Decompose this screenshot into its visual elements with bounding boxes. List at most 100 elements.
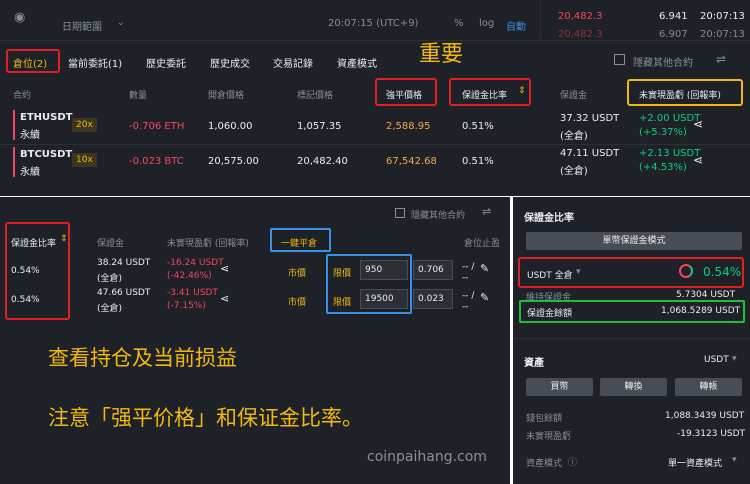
col-liq[interactable]: 強平價格 <box>386 88 422 101</box>
row-margin: 47.11 USDT <box>560 148 620 159</box>
share-icon[interactable]: ⋖ <box>220 262 229 275</box>
maint-margin-value: 5.7304 USDT <box>676 290 736 300</box>
row-ratio: 0.51% <box>462 121 494 132</box>
row-margin-mode: (全倉) <box>97 274 123 284</box>
hide-other-label: 隱藏其他合約 <box>633 58 693 69</box>
ticker-time: 20:07:13 <box>700 29 745 40</box>
ticker-price: 20,482.3 <box>558 11 603 22</box>
row-roe: (-42.46%) <box>167 271 212 281</box>
account-select[interactable]: USDT 全倉 <box>527 268 573 281</box>
row-liq: 67,542.68 <box>386 156 437 167</box>
tab-order-history[interactable]: 歷史委託 <box>146 55 186 70</box>
info-icon: ⓘ <box>568 458 578 468</box>
share-icon[interactable]: ⋖ <box>693 117 703 131</box>
ticker-price: 20,482.3 <box>558 29 603 40</box>
edit-icon[interactable]: ✎ <box>480 291 489 304</box>
row-mark: 1,057.35 <box>297 121 342 132</box>
caret-down-icon: ▾ <box>732 455 737 465</box>
asset-select[interactable]: USDT <box>704 355 729 365</box>
divider <box>0 144 750 145</box>
chart-clock: 20:07:15 (UTC+9) <box>328 18 419 29</box>
bottom-left-panel <box>0 197 510 484</box>
row-pnl: +2.13 USDT <box>639 148 701 159</box>
row-tp: -- / <box>462 291 475 301</box>
margin-balance-label: 保證金餘額 <box>527 309 573 319</box>
sort-icon: ⇕ <box>60 234 68 244</box>
col-tpsl: 倉位止盈 <box>464 239 501 249</box>
row-entry: 1,060.00 <box>208 121 253 132</box>
share-icon[interactable]: ⋖ <box>220 292 229 305</box>
row-symbol[interactable]: ETHUSDT <box>20 112 72 123</box>
leverage-badge[interactable]: 10x <box>72 153 97 167</box>
tab-trade-history[interactable]: 歷史成交 <box>210 55 250 70</box>
share-icon[interactable]: ⋖ <box>693 153 703 167</box>
row-ratio: 0.51% <box>462 156 494 167</box>
note-line-1: 查看持仓及当前损益 <box>48 346 237 370</box>
col-ratio[interactable]: 保證金比率 <box>11 236 56 249</box>
row-pnl: -16.24 USDT <box>167 258 224 268</box>
col-qty: 數量 <box>129 91 148 101</box>
row-margin: 37.32 USDT <box>560 113 620 124</box>
convert-button[interactable]: 轉換 <box>600 378 667 396</box>
buy-crypto-button[interactable]: 買幣 <box>526 378 593 396</box>
row-symbol[interactable]: BTCUSDT <box>20 149 72 160</box>
unrealized-pnl-value: -19.3123 USDT <box>677 429 746 439</box>
tab-transactions[interactable]: 交易記錄 <box>273 55 313 70</box>
market-close-button[interactable]: 市價 <box>288 295 306 308</box>
close-qty-input[interactable]: 0.706 <box>413 260 453 280</box>
row-sl: -- <box>462 273 469 283</box>
wallet-balance-value: 1,088.3439 USDT <box>665 411 745 421</box>
single-asset-mode-button[interactable]: 單幣保證金模式 <box>526 232 742 250</box>
row-margin-mode: (全倉) <box>560 131 588 142</box>
auto-toggle[interactable]: 自動 <box>506 18 526 33</box>
row-type: 永續 <box>20 130 40 141</box>
percent-toggle[interactable]: % <box>454 18 464 29</box>
close-all-button[interactable]: 一鍵平倉 <box>281 236 317 249</box>
settings-icon[interactable]: ⇌ <box>482 205 491 218</box>
col-ratio[interactable]: 保證金比率 <box>462 88 507 101</box>
asset-mode-value[interactable]: 單一資產模式 <box>668 456 722 469</box>
asset-mode-label: 資產模式 <box>526 459 563 469</box>
log-toggle[interactable]: log <box>479 18 494 29</box>
row-pnl: -3.41 USDT <box>167 288 218 298</box>
row-margin-mode: (全倉) <box>560 166 588 177</box>
leverage-badge[interactable]: 20x <box>72 118 97 132</box>
transfer-button[interactable]: 轉帳 <box>675 378 742 396</box>
divider <box>0 40 750 41</box>
edit-icon[interactable]: ✎ <box>480 262 489 275</box>
divider <box>513 338 750 339</box>
short-indicator <box>13 147 15 177</box>
ticker-qty: 6.907 <box>659 29 688 40</box>
col-entry: 開倉價格 <box>208 91 245 101</box>
settings-icon[interactable]: ⇌ <box>716 52 726 66</box>
divider <box>540 0 541 38</box>
date-range-select[interactable]: 日期範圍 <box>62 18 102 33</box>
hide-other-checkbox[interactable] <box>614 54 625 65</box>
col-pnl[interactable]: 未實現盈虧 (回報率) <box>639 88 721 101</box>
unrealized-pnl-label: 未實現盈虧 <box>526 432 572 442</box>
margin-balance-value: 1,068.5289 USDT <box>661 306 741 316</box>
tab-open-orders[interactable]: 當前委託(1) <box>68 55 122 70</box>
ticker-time: 20:07:13 <box>700 11 745 22</box>
row-liq: 2,588.95 <box>386 121 431 132</box>
row-mark: 20,482.40 <box>297 156 348 167</box>
chevron-down-icon: ⌄ <box>117 18 125 28</box>
sort-icon: ⇕ <box>518 86 526 96</box>
row-margin: 47.66 USDT <box>97 288 151 298</box>
gauge-icon <box>679 264 693 278</box>
row-qty: -0.706 ETH <box>129 121 185 132</box>
col-margin: 保證金 <box>560 91 588 101</box>
row-roe: (+4.53%) <box>639 162 687 173</box>
tab-asset-mode[interactable]: 資產模式 <box>337 55 377 70</box>
wallet-balance-label: 錢包餘額 <box>526 414 563 424</box>
caret-down-icon: ▾ <box>732 354 737 364</box>
hide-other-checkbox[interactable] <box>395 208 405 218</box>
tab-positions[interactable]: 倉位(2) <box>13 55 47 70</box>
close-qty-input[interactable]: 0.023 <box>413 289 453 309</box>
market-close-button[interactable]: 市價 <box>288 266 306 279</box>
col-contract: 合約 <box>13 91 32 101</box>
eye-icon[interactable]: ◉ <box>14 10 25 25</box>
row-margin: 38.24 USDT <box>97 258 151 268</box>
watermark: coinpaihang.com <box>367 449 487 465</box>
row-qty: -0.023 BTC <box>129 156 184 167</box>
